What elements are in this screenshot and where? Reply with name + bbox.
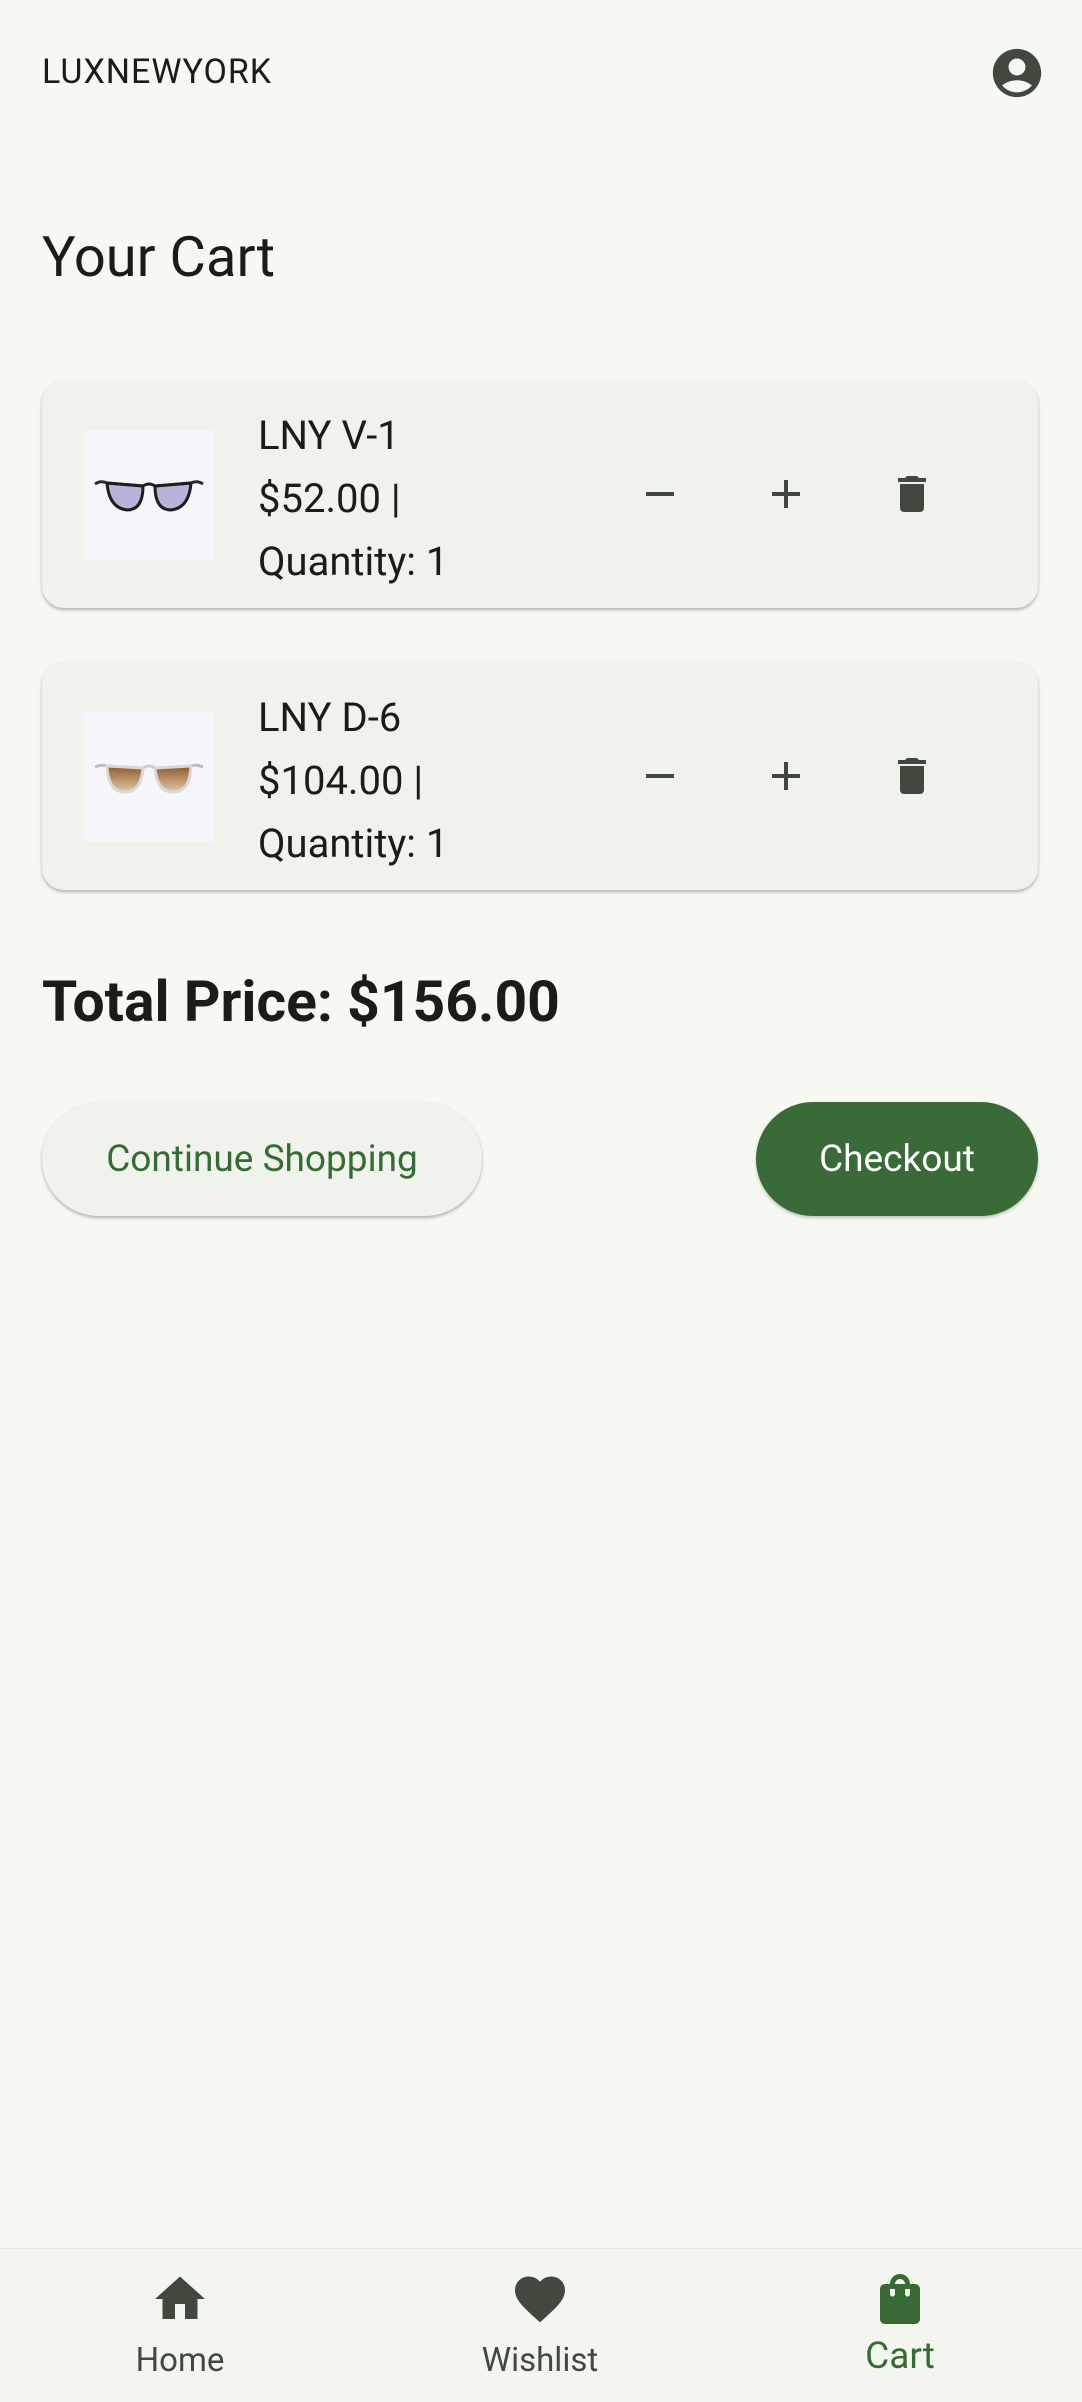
account-button[interactable] (988, 44, 1046, 102)
trash-icon (898, 476, 926, 512)
delete-item-button[interactable] (872, 736, 952, 816)
product-image (84, 712, 214, 842)
page-title: Your Cart (42, 224, 276, 290)
product-info: LNY V-1 $52.00 | Quantity: 1 (258, 404, 558, 593)
increase-quantity-button[interactable] (746, 454, 826, 534)
account-circle-icon (992, 48, 1042, 98)
top-app-bar: LUXNEWYORK (0, 0, 1082, 150)
product-info: LNY D-6 $104.00 | Quantity: 1 (258, 686, 558, 875)
minus-icon (646, 774, 674, 778)
bottom-navigation: Home Wishlist Cart (0, 2248, 1082, 2402)
sunglasses-icon (94, 480, 204, 512)
cart-item-card: LNY V-1 $52.00 | Quantity: 1 (42, 380, 1038, 608)
heart-icon (510, 2269, 570, 2329)
product-quantity: Quantity: 1 (258, 820, 449, 867)
brand-title: LUXNEWYORK (42, 52, 273, 92)
plus-icon (772, 480, 800, 508)
home-icon (150, 2269, 210, 2329)
minus-icon (646, 492, 674, 496)
decrease-quantity-button[interactable] (620, 736, 700, 816)
nav-item-wishlist[interactable]: Wishlist (360, 2249, 720, 2402)
product-price: $104.00 | (258, 757, 424, 804)
cart-screen: LUXNEWYORK Your Cart LNY V-1 $52.00 | Qu… (0, 0, 1082, 2402)
product-quantity: Quantity: 1 (258, 538, 449, 585)
shopping-bag-icon (870, 2269, 930, 2329)
total-price: Total Price: $156.00 (42, 968, 560, 1035)
product-name: LNY V-1 (258, 412, 400, 459)
increase-quantity-button[interactable] (746, 736, 826, 816)
product-image (84, 430, 214, 560)
continue-shopping-button[interactable]: Continue Shopping (42, 1102, 482, 1216)
nav-item-cart[interactable]: Cart (720, 2249, 1080, 2402)
sunglasses-icon (94, 763, 204, 794)
nav-label-cart: Cart (865, 2335, 935, 2378)
product-price: $52.00 | (258, 475, 401, 522)
product-name: LNY D-6 (258, 694, 402, 741)
cart-item-card: LNY D-6 $104.00 | Quantity: 1 (42, 662, 1038, 890)
nav-label-home: Home (135, 2341, 225, 2380)
decrease-quantity-button[interactable] (620, 454, 700, 534)
checkout-button[interactable]: Checkout (756, 1102, 1038, 1216)
trash-icon (898, 758, 926, 794)
nav-label-wishlist: Wishlist (481, 2341, 599, 2380)
plus-icon (772, 762, 800, 790)
delete-item-button[interactable] (872, 454, 952, 534)
nav-item-home[interactable]: Home (0, 2249, 360, 2402)
